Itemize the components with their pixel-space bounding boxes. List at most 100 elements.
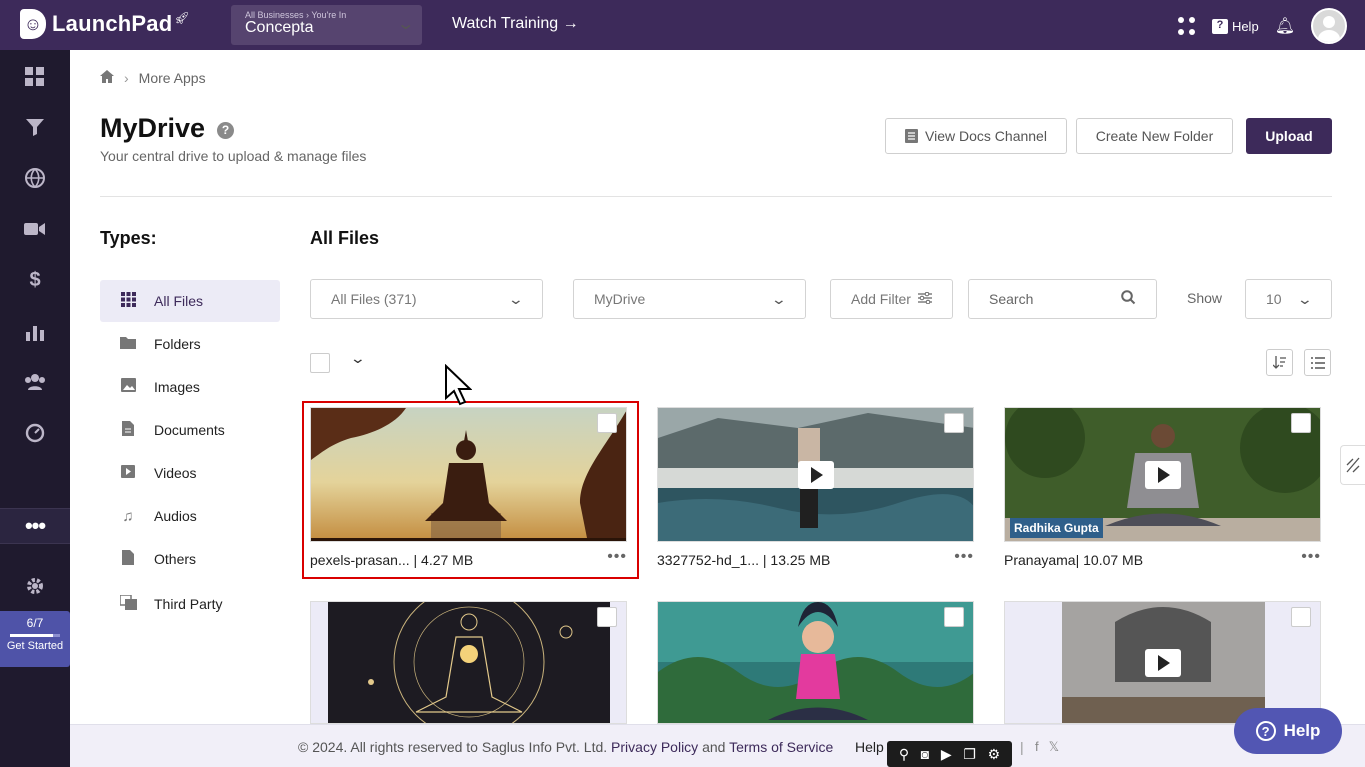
file-name: 3327752-hd_1... bbox=[657, 552, 759, 568]
home-icon[interactable] bbox=[100, 70, 114, 86]
question-icon: ? bbox=[1211, 18, 1228, 34]
copyright-text: © 2024. All rights reserved to Saglus In… bbox=[298, 739, 608, 755]
privacy-policy-link[interactable]: Privacy Policy bbox=[611, 739, 698, 755]
notifications-bell-icon[interactable]: 🔔︎ bbox=[1275, 16, 1295, 36]
all-files-heading: All Files bbox=[310, 228, 380, 248]
get-started-progress[interactable]: 6/7 Get Started bbox=[0, 611, 70, 667]
more-options-icon[interactable]: ••• bbox=[1301, 549, 1321, 568]
settings-gear-icon[interactable]: ⚙ bbox=[988, 746, 1001, 763]
business-switcher[interactable]: All Businesses › You're In Concepta ⌄ bbox=[231, 5, 422, 45]
file-select-checkbox[interactable] bbox=[944, 607, 964, 627]
more-options-icon[interactable]: ••• bbox=[954, 549, 974, 568]
chevron-down-icon: ⌄ bbox=[395, 16, 415, 33]
side-panel-toggle[interactable] bbox=[1340, 445, 1365, 485]
top-bar: ☺ LaunchPad 🚀︎ All Businesses › You're I… bbox=[0, 0, 1365, 50]
type-videos[interactable]: Videos bbox=[100, 452, 280, 494]
create-new-folder-button[interactable]: Create New Folder bbox=[1076, 118, 1233, 154]
onboarding-count: 6/7 bbox=[26, 616, 44, 630]
apps-grid-icon[interactable] bbox=[1177, 17, 1196, 35]
select-all-checkbox[interactable] bbox=[310, 353, 330, 373]
video-icon[interactable] bbox=[0, 209, 70, 249]
help-link[interactable]: ? Help bbox=[1211, 18, 1259, 34]
file-thumbnail[interactable]: Radhika Gupta bbox=[1004, 407, 1321, 542]
type-all-files[interactable]: All Files bbox=[100, 280, 280, 322]
watch-training-link[interactable]: Watch Training → bbox=[452, 15, 579, 33]
analytics-icon[interactable] bbox=[0, 312, 70, 352]
question-circle-icon: ? bbox=[1255, 721, 1276, 741]
funnel-icon[interactable] bbox=[0, 107, 70, 147]
third-party-icon bbox=[119, 593, 137, 614]
play-icon[interactable] bbox=[1144, 648, 1181, 677]
footer-separator: | bbox=[1020, 739, 1024, 755]
dollar-icon[interactable]: $ bbox=[0, 260, 70, 300]
page-size-select[interactable]: 10 ⌄ bbox=[1245, 279, 1332, 319]
location-select[interactable]: MyDrive ⌄ bbox=[573, 279, 806, 319]
add-filter-button[interactable]: Add Filter bbox=[830, 279, 953, 319]
search-icon[interactable] bbox=[1121, 290, 1136, 308]
type-others[interactable]: Others bbox=[100, 538, 280, 580]
header-divider bbox=[100, 196, 1332, 197]
type-images[interactable]: Images bbox=[100, 366, 280, 408]
video-camera-icon[interactable]: ▶ bbox=[941, 746, 952, 763]
link-icon[interactable]: ⚲ bbox=[899, 746, 909, 763]
search-input[interactable]: Search bbox=[968, 279, 1157, 319]
file-thumbnail[interactable] bbox=[657, 601, 974, 724]
breadcrumb-more-apps[interactable]: More Apps bbox=[139, 70, 206, 86]
footer-help-link[interactable]: Help bbox=[855, 739, 884, 755]
settings-icon[interactable] bbox=[0, 566, 70, 606]
file-meta: Pranayama| 10.07 MB ••• bbox=[1004, 549, 1321, 569]
app-logo[interactable]: ☺ LaunchPad 🚀︎ bbox=[20, 9, 190, 39]
file-size: | 10.07 MB bbox=[1075, 552, 1144, 568]
camera-icon[interactable]: ◙ bbox=[921, 746, 929, 762]
user-avatar[interactable] bbox=[1311, 8, 1347, 44]
play-icon[interactable] bbox=[1144, 460, 1181, 489]
terms-of-service-link[interactable]: Terms of Service bbox=[729, 739, 833, 755]
sliders-icon bbox=[918, 291, 932, 307]
type-label: Images bbox=[154, 379, 200, 395]
file-select-checkbox[interactable] bbox=[597, 607, 617, 627]
chevron-down-icon[interactable]: ⌄ bbox=[350, 350, 366, 367]
file-type-select[interactable]: All Files (371) ⌄ bbox=[310, 279, 543, 319]
file-select-checkbox[interactable] bbox=[1291, 607, 1311, 627]
x-twitter-icon[interactable]: 𝕏 bbox=[1049, 739, 1059, 755]
selected-file-highlight bbox=[302, 401, 639, 579]
globe-icon[interactable] bbox=[0, 158, 70, 198]
footer-legal: © 2024. All rights reserved to Saglus In… bbox=[298, 739, 833, 755]
windows-icon[interactable]: ❐ bbox=[963, 746, 976, 763]
grid-icon bbox=[120, 291, 136, 311]
facebook-icon[interactable]: f bbox=[1035, 739, 1039, 755]
chevron-down-icon: ⌄ bbox=[507, 290, 525, 307]
screen-recorder-toolbar: ⚲ ◙ ▶ ❐ ⚙ bbox=[887, 741, 1012, 767]
list-view-icon[interactable] bbox=[1304, 349, 1331, 376]
file-thumbnail[interactable] bbox=[657, 407, 974, 542]
sort-icon[interactable] bbox=[1266, 349, 1293, 376]
type-audios[interactable]: ♫ Audios bbox=[100, 495, 280, 537]
and-text: and bbox=[702, 739, 726, 755]
type-folders[interactable]: Folders bbox=[100, 323, 280, 365]
get-started-label: Get Started bbox=[6, 640, 64, 652]
document-list-icon bbox=[905, 129, 919, 143]
file-thumbnail[interactable] bbox=[310, 601, 627, 724]
file-size: | 13.25 MB bbox=[762, 552, 831, 568]
upload-button[interactable]: Upload bbox=[1246, 118, 1332, 154]
type-third-party[interactable]: Third Party bbox=[100, 583, 280, 625]
type-documents[interactable]: Documents bbox=[100, 409, 280, 451]
play-icon[interactable] bbox=[797, 460, 834, 489]
chevron-down-icon: ⌄ bbox=[770, 290, 788, 307]
search-placeholder: Search bbox=[989, 291, 1034, 307]
types-heading: Types: bbox=[100, 228, 157, 248]
file-thumbnail[interactable] bbox=[1004, 601, 1321, 724]
file-meta: 3327752-hd_1... | 13.25 MB ••• bbox=[657, 549, 974, 569]
chevron-right-icon: › bbox=[124, 70, 129, 86]
help-widget-button[interactable]: ? Help bbox=[1234, 708, 1342, 754]
gauge-icon[interactable] bbox=[0, 413, 70, 453]
file-select-checkbox[interactable] bbox=[944, 413, 964, 433]
type-label: Third Party bbox=[154, 596, 223, 612]
file-select-checkbox[interactable] bbox=[1291, 413, 1311, 433]
question-circle-icon[interactable]: ? bbox=[217, 122, 234, 139]
users-icon[interactable] bbox=[0, 362, 70, 402]
document-icon bbox=[120, 420, 136, 440]
dashboard-icon[interactable] bbox=[0, 57, 70, 97]
view-docs-channel-button[interactable]: View Docs Channel bbox=[885, 118, 1067, 154]
type-label: All Files bbox=[154, 293, 204, 309]
